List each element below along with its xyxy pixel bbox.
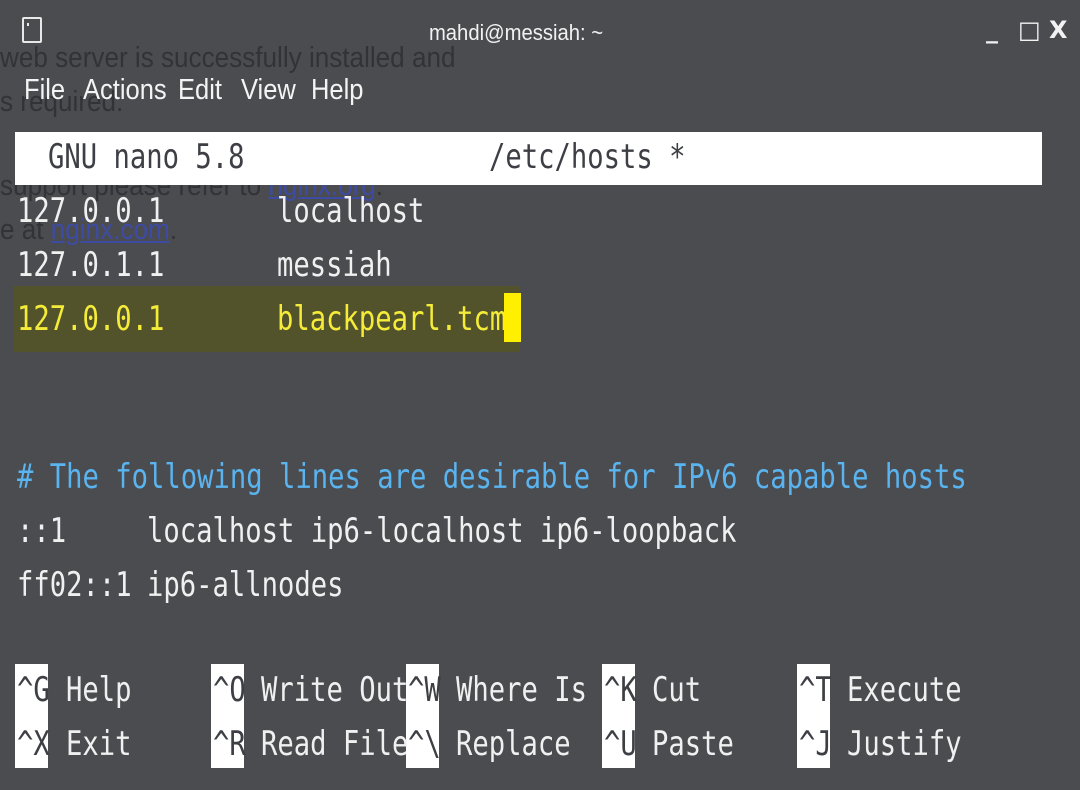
close-icon[interactable]: X <box>1049 18 1068 42</box>
shortcut-key-where-is: ^W <box>408 670 441 710</box>
shortcut-key-cut: ^K <box>604 670 637 710</box>
shortcut-replace[interactable]: Replace <box>456 727 571 761</box>
shortcut-key-read-file: ^R <box>213 724 246 764</box>
ipv6-names-1: localhost ip6-localhost ip6-loopback <box>147 511 737 551</box>
shortcut-execute[interactable]: Execute <box>847 673 962 707</box>
host-ip-1: 127.0.0.1 <box>17 191 165 231</box>
menu-edit[interactable]: Edit <box>178 74 222 107</box>
minimize-icon[interactable]: _ <box>986 18 998 42</box>
host-ip-3: 127.0.0.1 <box>17 299 165 339</box>
shortcut-read-file[interactable]: Read File <box>261 727 408 761</box>
shortcut-paste[interactable]: Paste <box>652 727 734 761</box>
shortcut-exit[interactable]: Exit <box>66 727 132 761</box>
nano-version: GNU nano 5.8 <box>48 137 245 177</box>
terminal-icon <box>22 17 42 43</box>
shortcut-key-write-out: ^O <box>213 670 246 710</box>
host-name-2: messiah <box>277 245 392 285</box>
host-name-1: localhost <box>277 191 425 231</box>
shortcut-write-out[interactable]: Write Out <box>261 673 408 707</box>
maximize-icon[interactable]: □ <box>1018 18 1041 42</box>
menu-view[interactable]: View <box>241 74 296 107</box>
background-text-4-suffix: . <box>169 214 178 246</box>
shortcut-justify[interactable]: Justify <box>847 727 962 761</box>
ipv6-comment: # The following lines are desirable for … <box>17 457 967 497</box>
shortcut-cut[interactable]: Cut <box>652 673 701 707</box>
shortcut-help[interactable]: Help <box>66 673 132 707</box>
ipv6-addr-1: ::1 <box>17 511 67 551</box>
nano-header-bar: GNU nano 5.8 /etc/hosts * <box>15 132 1042 185</box>
shortcut-key-exit: ^X <box>17 724 50 764</box>
nano-filename: /etc/hosts * <box>489 137 686 177</box>
shortcut-where-is[interactable]: Where Is <box>456 673 587 707</box>
menu-help[interactable]: Help <box>311 74 363 107</box>
shortcut-key-replace: ^\ <box>408 724 441 764</box>
shortcut-key-justify: ^J <box>799 724 832 764</box>
title-bar[interactable]: mahdi@messiah: ~ _ □ X <box>0 0 1080 68</box>
host-ip-2: 127.0.1.1 <box>17 245 165 285</box>
shortcut-key-execute: ^T <box>799 670 832 710</box>
text-cursor <box>504 293 521 342</box>
shortcut-key-help: ^G <box>17 670 50 710</box>
host-name-3: blackpearl.tcm <box>277 299 507 339</box>
terminal-window: web server is successfully installed and… <box>0 0 1080 790</box>
ipv6-addr-2: ff02::1 <box>17 565 132 605</box>
menu-actions[interactable]: Actions <box>83 74 167 107</box>
window-title: mahdi@messiah: ~ <box>428 20 604 45</box>
ipv6-names-2: ip6-allnodes <box>147 565 344 605</box>
menu-file[interactable]: File <box>24 74 65 107</box>
shortcut-key-paste: ^U <box>604 724 637 764</box>
